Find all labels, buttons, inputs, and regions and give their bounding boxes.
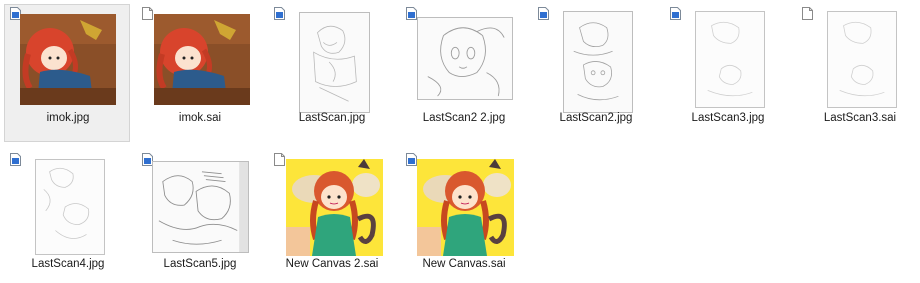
file-grid: imok.jpg imok.sai LastScan.jpg LastScan2…	[0, 0, 920, 283]
file-name-label: LastScan3.jpg	[691, 112, 765, 124]
blank-file-icon	[802, 7, 813, 20]
file-item-lastscan-jpg[interactable]: LastScan.jpg	[268, 4, 394, 142]
image-file-icon	[406, 153, 417, 166]
file-item-new-canvas-2-sai[interactable]: New Canvas 2.sai	[268, 150, 394, 283]
file-item-lastscan4-jpg[interactable]: LastScan4.jpg	[4, 150, 130, 283]
file-name-label: LastScan2.jpg	[559, 112, 633, 124]
file-item-imok-jpg[interactable]: imok.jpg	[4, 4, 130, 142]
file-item-imok-sai[interactable]: imok.sai	[136, 4, 262, 142]
blank-file-icon	[142, 7, 153, 20]
thumbnail-pencil-sketch-landscape	[152, 161, 249, 253]
file-item-lastscan2-jpg[interactable]: LastScan2.jpg	[532, 4, 658, 142]
file-item-lastscan3-sai[interactable]: LastScan3.sai	[796, 4, 920, 142]
file-name-label: LastScan3.sai	[823, 112, 897, 124]
thumbnail-colored-girl-at-desk	[154, 14, 250, 105]
image-file-icon	[10, 153, 21, 166]
file-name-label: imok.jpg	[46, 112, 90, 124]
image-file-icon	[274, 7, 285, 20]
file-name-label: New Canvas 2.sai	[285, 258, 379, 270]
image-file-icon	[538, 7, 549, 20]
thumbnail-colored-catgirl	[286, 159, 383, 256]
file-name-label: imok.sai	[178, 112, 222, 124]
file-name-label: LastScan.jpg	[298, 112, 366, 124]
file-item-lastscan2-2-jpg[interactable]: LastScan2 2.jpg	[400, 4, 526, 142]
file-name-label: New Canvas.sai	[422, 258, 506, 270]
thumbnail-faint-sketch-portrait	[35, 159, 105, 255]
thumbnail-faint-sketch	[827, 11, 897, 108]
file-item-new-canvas-sai[interactable]: New Canvas.sai	[400, 150, 526, 283]
thumbnail-pencil-sketch	[299, 12, 370, 113]
file-item-lastscan3-jpg[interactable]: LastScan3.jpg	[664, 4, 790, 142]
thumbnail-pencil-sketch-portrait	[563, 11, 633, 113]
thumbnail-pencil-sketch-face	[417, 17, 513, 100]
image-file-icon	[670, 7, 681, 20]
image-file-icon	[406, 7, 417, 20]
thumbnail-colored-girl-at-desk	[20, 14, 116, 105]
file-name-label: LastScan2 2.jpg	[422, 112, 506, 124]
thumbnail-colored-catgirl	[417, 159, 514, 256]
blank-file-icon	[274, 153, 285, 166]
file-name-label: LastScan5.jpg	[163, 258, 237, 270]
file-name-label: LastScan4.jpg	[31, 258, 105, 270]
thumbnail-faint-sketch	[695, 11, 765, 108]
file-item-lastscan5-jpg[interactable]: LastScan5.jpg	[136, 150, 262, 283]
